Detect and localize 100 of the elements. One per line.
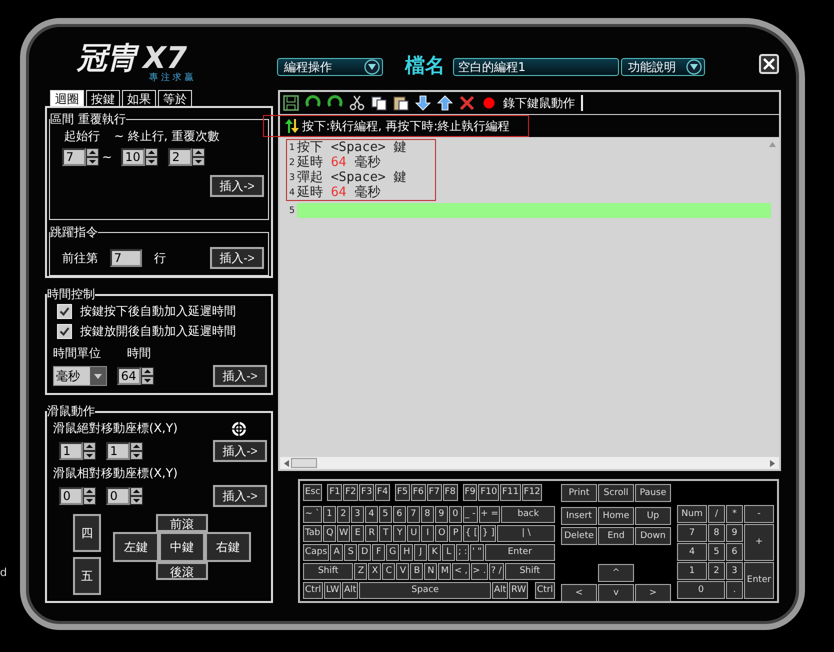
key[interactable]: ; :: [456, 544, 470, 561]
number-field[interactable]: 0: [59, 487, 83, 505]
checkbox[interactable]: [57, 324, 72, 339]
key[interactable]: + =: [478, 506, 500, 523]
key[interactable]: G: [386, 544, 400, 561]
number-field[interactable]: 10: [121, 148, 146, 166]
key[interactable]: F9: [462, 484, 478, 501]
key[interactable]: U: [407, 525, 420, 542]
key[interactable]: 5: [378, 506, 392, 523]
key[interactable]: Shift: [303, 563, 354, 580]
key[interactable]: Ctrl: [534, 582, 555, 599]
key[interactable]: K: [428, 544, 442, 561]
key[interactable]: Alt: [342, 582, 358, 599]
tab[interactable]: 按鍵: [86, 90, 120, 106]
key[interactable]: F3: [359, 484, 374, 501]
key[interactable]: 2: [336, 506, 350, 523]
insert-button[interactable]: 插入->: [210, 247, 264, 269]
key[interactable]: Y: [393, 525, 406, 542]
key[interactable]: RW: [509, 582, 528, 599]
number-field[interactable]: 64: [117, 367, 141, 385]
delete-icon[interactable]: [459, 95, 475, 111]
wheel-up-button[interactable]: 前滾: [156, 514, 208, 532]
key[interactable]: 1: [677, 562, 707, 580]
key[interactable]: 4: [677, 543, 707, 561]
key[interactable]: >: [635, 584, 671, 602]
key[interactable]: Up: [635, 507, 671, 525]
side-button[interactable]: 五: [73, 557, 101, 595]
key[interactable]: N: [424, 563, 438, 580]
key[interactable]: ~ `: [303, 506, 322, 523]
up-arrow-icon[interactable]: [437, 95, 453, 111]
key[interactable]: 3: [350, 506, 364, 523]
key[interactable]: } ]: [480, 525, 496, 542]
checkbox[interactable]: [57, 304, 72, 319]
key[interactable]: I: [421, 525, 434, 542]
key[interactable]: F2: [343, 484, 358, 501]
key[interactable]: F11: [500, 484, 521, 501]
key[interactable]: Ctrl: [303, 582, 324, 599]
key[interactable]: 7: [406, 506, 420, 523]
key[interactable]: L: [442, 544, 456, 561]
key[interactable]: -: [744, 505, 774, 523]
code-line[interactable]: 彈起 <Space> 鍵: [297, 170, 435, 185]
code-line[interactable]: 延時 64 毫秒: [297, 185, 435, 200]
key[interactable]: Pause: [635, 484, 671, 502]
key[interactable]: { [: [463, 525, 480, 542]
key[interactable]: M: [438, 563, 452, 580]
key[interactable]: 4: [364, 506, 378, 523]
key[interactable]: ? /: [488, 563, 504, 580]
key[interactable]: Esc: [303, 484, 322, 501]
key[interactable]: End: [598, 527, 634, 545]
key[interactable]: ' ": [470, 544, 484, 561]
key[interactable]: 3: [726, 562, 743, 580]
key[interactable]: Delete: [561, 527, 597, 545]
number-field[interactable]: 1: [59, 442, 83, 460]
key[interactable]: R: [365, 525, 378, 542]
key[interactable]: F8: [442, 484, 458, 501]
file-name-field[interactable]: 空白的編程1: [453, 58, 619, 76]
key[interactable]: 6: [392, 506, 406, 523]
key[interactable]: Tab: [303, 525, 322, 542]
key[interactable]: <: [561, 584, 597, 602]
insert-button[interactable]: 插入->: [213, 485, 267, 507]
key[interactable]: F7: [426, 484, 442, 501]
code-line[interactable]: 延時 64 毫秒: [297, 155, 435, 170]
key[interactable]: F5: [394, 484, 410, 501]
key[interactable]: Num: [677, 505, 707, 523]
key[interactable]: 2: [708, 562, 725, 580]
key[interactable]: 9: [726, 524, 743, 542]
key[interactable]: Home: [598, 507, 634, 525]
middle-button[interactable]: 中鍵: [159, 532, 205, 562]
key[interactable]: F: [372, 544, 386, 561]
key[interactable]: 9: [434, 506, 448, 523]
close-button[interactable]: [759, 54, 779, 74]
key[interactable]: Scroll: [598, 484, 634, 502]
key[interactable]: 1: [322, 506, 336, 523]
key[interactable]: Enter: [744, 562, 774, 599]
wheel-down-button[interactable]: 後滾: [156, 562, 208, 580]
key[interactable]: 7: [677, 524, 707, 542]
key[interactable]: 8: [708, 524, 725, 542]
scroll-thumb[interactable]: [291, 458, 317, 468]
key[interactable]: LW: [324, 582, 342, 599]
key[interactable]: O: [435, 525, 448, 542]
key[interactable]: F10: [478, 484, 500, 501]
key[interactable]: v: [598, 584, 634, 602]
insert-button[interactable]: 插入->: [213, 440, 267, 462]
record-label[interactable]: 錄下鍵鼠動作: [503, 94, 575, 112]
key[interactable]: | \: [497, 525, 555, 542]
key[interactable]: A: [330, 544, 344, 561]
insert-button[interactable]: 插入->: [210, 175, 264, 197]
key[interactable]: Shift: [504, 563, 556, 580]
key[interactable]: ^: [598, 564, 634, 582]
key[interactable]: H: [400, 544, 414, 561]
horizontal-scrollbar[interactable]: [280, 457, 779, 469]
number-field[interactable]: 2: [168, 148, 192, 166]
key[interactable]: .: [726, 581, 743, 599]
key[interactable]: Space: [359, 582, 491, 599]
program-dropdown[interactable]: 編程操作: [277, 58, 383, 76]
key[interactable]: F12: [522, 484, 542, 501]
key[interactable]: _ -: [462, 506, 478, 523]
tab[interactable]: 如果: [122, 90, 156, 106]
key[interactable]: C: [382, 563, 396, 580]
code-line[interactable]: 按下 <Space> 鍵: [297, 140, 435, 155]
